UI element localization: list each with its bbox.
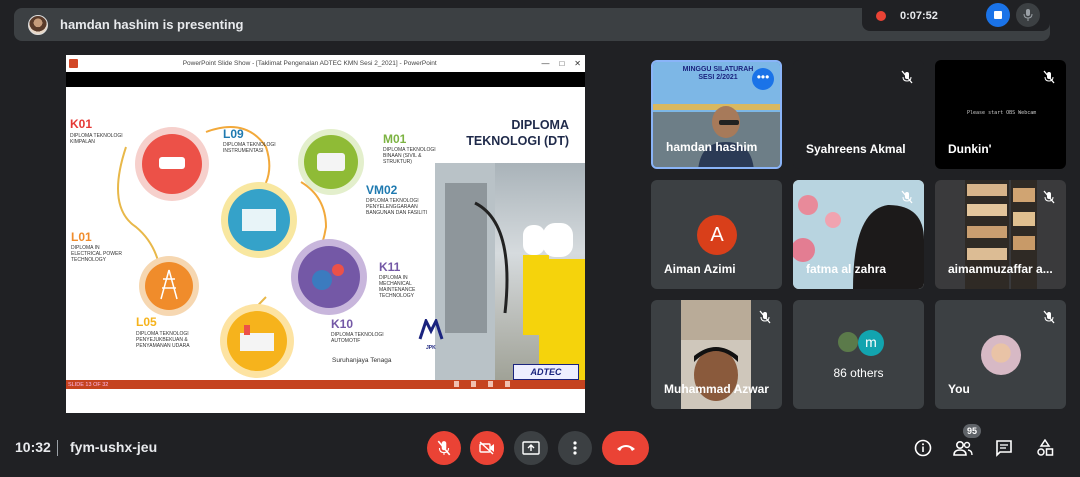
- close-icon[interactable]: ✕: [574, 59, 581, 68]
- maximize-icon[interactable]: □: [559, 59, 564, 68]
- window-titlebar: PowerPoint Slide Show - [Taklimat Pengen…: [66, 55, 585, 72]
- course-desc: DIPLOMA TEKNOLOGI INSTRUMENTASI: [223, 142, 276, 154]
- recording-time: 0:07:52: [900, 9, 938, 22]
- mic-icon[interactable]: [1016, 3, 1040, 27]
- participant-name: aimanmuzaffar a...: [948, 262, 1053, 276]
- powerpoint-icon: [69, 59, 78, 68]
- course-desc: DIPLOMA TEKNOLOGI KIMPALAN: [70, 133, 123, 145]
- minimize-icon[interactable]: —: [541, 59, 549, 68]
- course-code: K01: [70, 117, 93, 131]
- participant-name: hamdan hashim: [666, 140, 758, 154]
- people-icon: [953, 440, 973, 456]
- course-desc: DIPLOMA TEKNOLOGI AUTOMOTIF: [331, 332, 384, 344]
- chat-button[interactable]: [993, 437, 1015, 459]
- info-icon: [914, 439, 932, 457]
- slideshow-statusbar: SLIDE 13 OF 32: [66, 380, 585, 389]
- jpk-logo-icon: [418, 317, 444, 346]
- recording-indicator: 0:07:52: [862, 0, 1050, 31]
- adtec-logo: ADTEC: [513, 364, 579, 380]
- participant-tile-dunkin[interactable]: Please start OBS Webcam Dunkin': [935, 60, 1066, 169]
- meeting-details-button[interactable]: [912, 437, 934, 459]
- muted-mic-icon: [901, 70, 913, 84]
- slide-heading: DIPLOMA TEKNOLOGI (DT): [466, 118, 569, 148]
- activities-icon: [1037, 439, 1054, 456]
- mic-off-icon: [437, 440, 451, 456]
- workshop-photo: [435, 163, 585, 389]
- participant-tile-fatma-al-zahra[interactable]: fatma al zahra: [793, 180, 924, 289]
- course-code: M01: [383, 132, 407, 146]
- sorter-view-icon[interactable]: [471, 381, 476, 387]
- course-code: K10: [331, 317, 354, 331]
- muted-mic-icon: [1043, 70, 1055, 84]
- more-options-icon[interactable]: •••: [752, 68, 774, 90]
- course-code: L05: [136, 315, 157, 329]
- course-desc: DIPLOMA TEKNOLOGI PENYEJUKBEKUAN & PENYA…: [136, 331, 190, 349]
- chat-icon: [996, 440, 1012, 457]
- window-title: PowerPoint Slide Show - [Taklimat Pengen…: [182, 60, 437, 67]
- participant-tile-muhammad-azwar[interactable]: Muhammad Azwar: [651, 300, 782, 409]
- course-code: L09: [223, 127, 244, 141]
- normal-view-icon[interactable]: [454, 381, 459, 387]
- participant-tile-you[interactable]: You: [935, 300, 1066, 409]
- participant-name: Muhammad Azwar: [664, 382, 769, 396]
- camera-off-icon: [479, 441, 494, 455]
- course-desc: DIPLOMA IN MECHANICAL MAINTENANCE TECHNO…: [379, 275, 416, 299]
- avatar: [981, 335, 1021, 375]
- presenter-avatar: [28, 14, 48, 35]
- more-vert-icon: [573, 441, 577, 455]
- course-desc: DIPLOMA TEKNOLOGI BINAAN (SIVIL & STRUKT…: [383, 147, 436, 165]
- slide-counter: SLIDE 13 OF 32: [68, 381, 109, 388]
- camera-toggle-button[interactable]: [470, 431, 504, 465]
- people-count-badge: 95: [963, 424, 981, 438]
- participant-tile-hamdan-hashim[interactable]: MINGGU SILATURAH SESI 2/2021 ••• hamdan …: [651, 60, 782, 169]
- more-options-button[interactable]: [558, 431, 592, 465]
- reading-view-icon[interactable]: [488, 381, 493, 387]
- participant-name: fatma al zahra: [806, 262, 887, 276]
- obs-webcam-notice: Please start OBS Webcam: [967, 110, 1037, 116]
- muted-mic-icon: [1043, 190, 1055, 204]
- present-button[interactable]: [514, 431, 548, 465]
- presenting-text: hamdan hashim is presenting: [60, 17, 244, 32]
- meeting-code: fym-ushx-jeu: [70, 439, 158, 455]
- present-screen-icon: [522, 441, 540, 455]
- participant-name: Aiman Azimi: [664, 262, 736, 276]
- course-code: VM02: [366, 183, 398, 197]
- course-desc: DIPLOMA TEKNOLOGI PENYELENGGARAAN BANGUN…: [366, 198, 428, 216]
- stop-recording-button[interactable]: [986, 3, 1010, 27]
- others-count: 86 others: [833, 366, 884, 380]
- muted-mic-icon: [901, 190, 913, 204]
- course-code: L01: [71, 230, 92, 244]
- activities-button[interactable]: [1034, 437, 1056, 459]
- hang-up-icon: [616, 445, 635, 451]
- mic-toggle-button[interactable]: [427, 431, 461, 465]
- recording-dot-icon: [876, 10, 886, 21]
- participant-tile-aimanmuzaffar[interactable]: aimanmuzaffar a...: [935, 180, 1066, 289]
- slide-content: K01 DIPLOMA TEKNOLOGI KIMPALAN L09 DIPLO…: [66, 87, 585, 389]
- participant-name: Dunkin': [948, 142, 992, 156]
- muted-mic-icon: [1043, 310, 1055, 324]
- people-button[interactable]: [952, 437, 974, 459]
- bottom-control-bar: 10:32 fym-ushx-jeu: [0, 417, 1080, 477]
- jpk-logo: JPK: [426, 345, 436, 351]
- avatar: m: [858, 330, 884, 356]
- muted-mic-icon: [759, 310, 771, 324]
- suruhanjaya-logo: Suruhanjaya Tenaga: [332, 357, 392, 364]
- participant-name: Syahreens Akmal: [806, 142, 906, 156]
- course-desc: DIPLOMA IN ELECTRICAL POWER TECHNOLOGY: [71, 245, 122, 263]
- course-code: K11: [379, 260, 401, 274]
- leave-call-button[interactable]: [602, 431, 649, 465]
- avatar: A: [697, 215, 737, 255]
- clock: 10:32: [15, 439, 51, 455]
- participant-tile-syahreens-akmal[interactable]: Syahreens Akmal: [793, 60, 924, 169]
- presentation-window: PowerPoint Slide Show - [Taklimat Pengen…: [66, 55, 585, 413]
- avatar: [836, 330, 860, 354]
- participant-tile-others[interactable]: m 86 others: [793, 300, 924, 409]
- slideshow-icon[interactable]: [505, 381, 510, 387]
- participant-tile-aiman-azimi[interactable]: A Aiman Azimi: [651, 180, 782, 289]
- participant-name: You: [948, 382, 970, 396]
